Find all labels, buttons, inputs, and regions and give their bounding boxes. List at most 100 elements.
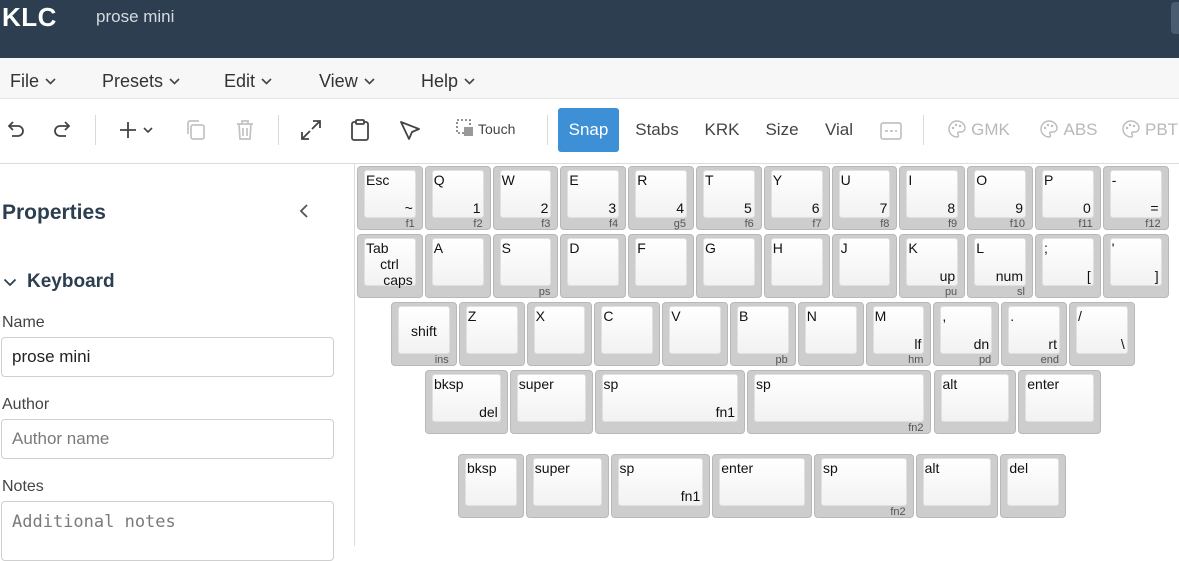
- key[interactable]: Bpb: [730, 302, 796, 366]
- key[interactable]: Q 1 f2: [424, 166, 491, 230]
- key-legend-front: ins: [434, 354, 449, 366]
- key[interactable]: super: [509, 370, 593, 434]
- key[interactable]: W 2 f3: [492, 166, 559, 230]
- key[interactable]: H: [763, 234, 830, 298]
- key[interactable]: I 8 f9: [899, 166, 966, 230]
- key[interactable]: E 3 f4: [560, 166, 627, 230]
- copy-icon[interactable]: [183, 117, 209, 143]
- key[interactable]: sp fn2: [813, 454, 914, 518]
- add-key-menu-icon[interactable]: [116, 117, 156, 143]
- key[interactable]: A: [424, 234, 491, 298]
- key-legend-bottom-right: 4: [676, 200, 684, 216]
- key[interactable]: Z: [458, 302, 525, 366]
- key[interactable]: G: [696, 234, 762, 298]
- fit-expand-icon[interactable]: [298, 117, 324, 143]
- key[interactable]: O 9 f10: [967, 166, 1033, 230]
- key-legend-bottom-right: up: [939, 268, 956, 284]
- keyboard-canvas[interactable]: Esc ~ f1 Q 1 f2 W 2 f3 E 3 f4 R 4 g5 T 5 f6 Y 6 f7 U 7 f8 I 8 f9 O 9…: [355, 164, 1179, 546]
- key[interactable]: F: [628, 234, 694, 298]
- key[interactable]: bksp: [458, 454, 524, 518]
- key-legend-bottom-right: lf: [914, 336, 922, 352]
- clipboard-icon[interactable]: [347, 117, 373, 143]
- key-legend-top-left: bksp: [434, 376, 464, 392]
- stabs-toggle[interactable]: Stabs: [630, 108, 684, 152]
- key-legend-front: fn2: [890, 506, 906, 518]
- key[interactable]: - = f12: [1102, 166, 1169, 230]
- key-legend-top-left: A: [433, 240, 444, 256]
- key[interactable]: ']: [1102, 234, 1169, 298]
- key[interactable]: P 0 f11: [1035, 166, 1101, 230]
- key-legend-top-left: G: [705, 240, 716, 256]
- name-field[interactable]: [1, 337, 334, 377]
- key[interactable]: , dn pd: [933, 302, 1000, 366]
- chevron-left-icon: [299, 204, 308, 218]
- undo-icon[interactable]: [2, 117, 28, 143]
- key-legend-top-left: sp: [756, 376, 771, 392]
- touch-button[interactable]: Touch: [456, 119, 515, 137]
- key[interactable]: enter: [1018, 370, 1101, 434]
- key[interactable]: V: [662, 302, 728, 366]
- card-view-icon[interactable]: [878, 118, 904, 144]
- gmk-profile-button[interactable]: GMK: [944, 108, 1014, 152]
- key[interactable]: Lnum sl: [967, 234, 1033, 298]
- menu-file[interactable]: File: [10, 69, 56, 92]
- key[interactable]: R 4 g5: [628, 166, 694, 230]
- key-legend-top-left: S: [501, 240, 511, 256]
- key[interactable]: X: [526, 302, 593, 366]
- key[interactable]: sp fn1: [610, 454, 711, 518]
- key[interactable]: U 7 f8: [831, 166, 898, 230]
- key[interactable]: sp fn2: [747, 370, 932, 434]
- key[interactable]: enter: [712, 454, 812, 518]
- krk-toggle[interactable]: KRK: [699, 108, 745, 152]
- key[interactable]: . rt end: [1001, 302, 1067, 366]
- author-field[interactable]: [1, 419, 334, 459]
- delete-icon[interactable]: [232, 117, 258, 143]
- key[interactable]: alt: [915, 454, 999, 518]
- redo-icon[interactable]: [50, 117, 76, 143]
- vial-toggle[interactable]: Vial: [818, 108, 860, 152]
- menu-presets-label: Presets: [102, 71, 164, 91]
- collapse-panel-button[interactable]: [298, 203, 310, 224]
- key[interactable]: C: [594, 302, 661, 366]
- key[interactable]: super: [525, 454, 609, 518]
- key[interactable]: Esc ~ f1: [357, 166, 423, 230]
- key-legend-top-left: N: [806, 308, 817, 324]
- key-legend-bottom-right: 2: [540, 200, 549, 216]
- titlebar-edge-control[interactable]: [1171, 2, 1179, 34]
- key[interactable]: D: [560, 234, 627, 298]
- key-legend-bottom-right: \: [1120, 336, 1125, 352]
- key[interactable]: ;[: [1035, 234, 1101, 298]
- key[interactable]: J: [831, 234, 898, 298]
- menu-help-label: Help: [421, 71, 459, 91]
- key[interactable]: sp fn1: [594, 370, 746, 434]
- menu-edit[interactable]: Edit: [224, 69, 272, 92]
- select-pointer-icon[interactable]: [397, 117, 423, 143]
- menu-presets[interactable]: Presets: [102, 69, 180, 92]
- menu-view[interactable]: View: [319, 69, 375, 92]
- pbt-profile-button[interactable]: PBT: [1122, 108, 1179, 152]
- menu-help[interactable]: Help: [421, 69, 475, 92]
- key[interactable]: Sps: [492, 234, 559, 298]
- abs-profile-button[interactable]: ABS: [1034, 108, 1104, 152]
- key[interactable]: del: [1000, 454, 1067, 518]
- key-legend-front: g5: [673, 218, 686, 230]
- key[interactable]: shift ins: [391, 302, 457, 366]
- key[interactable]: N: [797, 302, 864, 366]
- key[interactable]: T 5 f6: [696, 166, 762, 230]
- key[interactable]: Mlf hm: [865, 302, 932, 366]
- key-legend-bottom-right: =: [1150, 200, 1159, 216]
- pbt-label: PBT: [1145, 120, 1179, 139]
- chevron-down-icon: [261, 69, 272, 90]
- key[interactable]: Y 6 f7: [763, 166, 830, 230]
- size-toggle[interactable]: Size: [760, 108, 804, 152]
- key-legend-top-left: -: [1111, 172, 1117, 188]
- key[interactable]: alt: [933, 370, 1017, 434]
- notes-field[interactable]: [1, 501, 334, 561]
- key[interactable]: bksp del: [425, 370, 508, 434]
- key[interactable]: Tab ctrl caps: [357, 234, 423, 298]
- keyboard-section-header[interactable]: Keyboard: [3, 271, 115, 293]
- snap-toggle[interactable]: Snap: [558, 108, 619, 152]
- key-legend-top-left: Y: [772, 172, 783, 188]
- key[interactable]: Kup pu: [899, 234, 966, 298]
- key[interactable]: / \: [1069, 302, 1135, 366]
